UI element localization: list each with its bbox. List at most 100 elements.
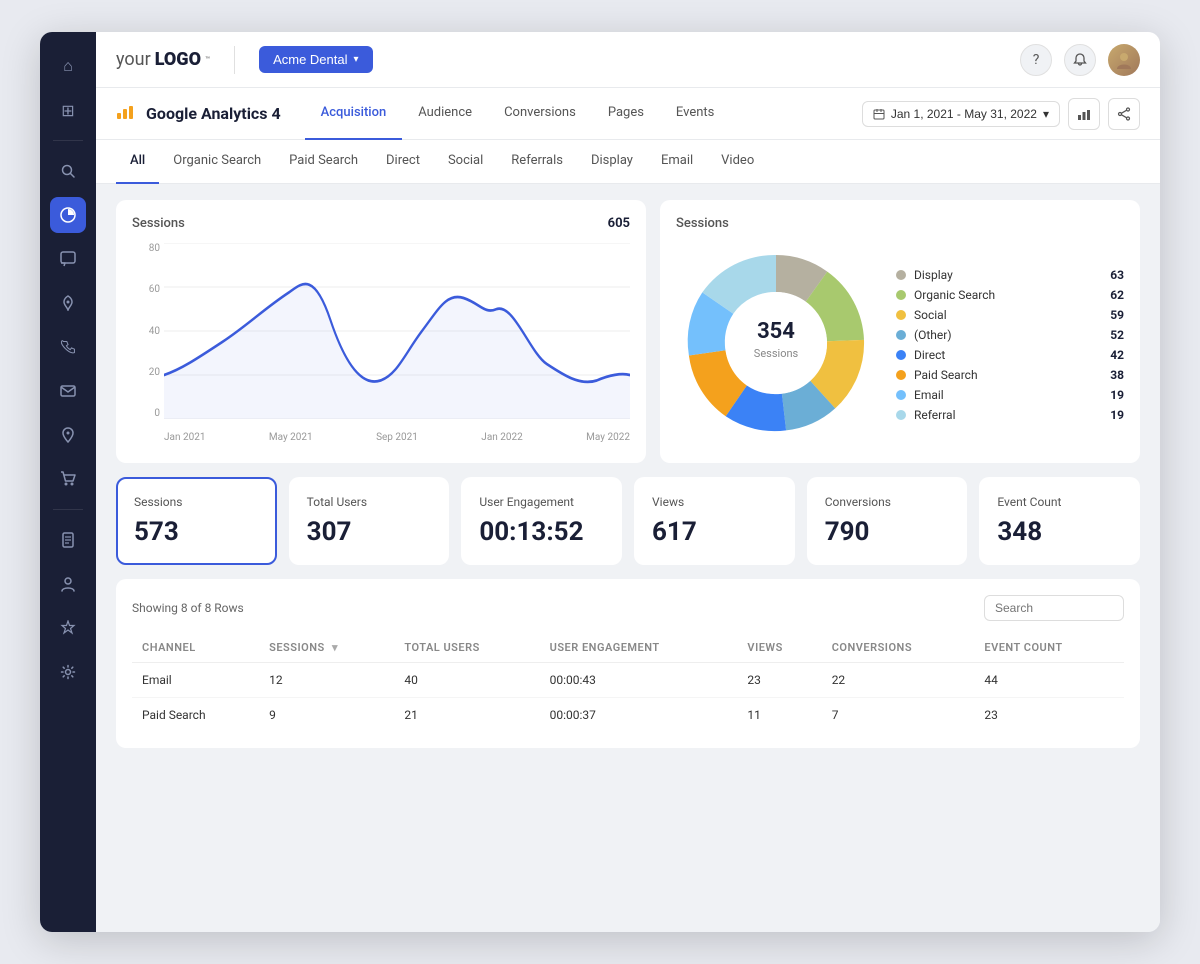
main-content: your LOGO ™ Acme Dental ▾ ?: [96, 32, 1160, 932]
col-sessions[interactable]: SESSIONS ▾: [259, 633, 394, 663]
legend-value-email: 19: [1110, 388, 1124, 402]
metric-card-total-users[interactable]: Total Users 307: [289, 477, 450, 565]
table-search-input[interactable]: [984, 595, 1124, 621]
metric-value-conversions: 790: [825, 517, 950, 547]
sidebar-icon-cart[interactable]: [50, 461, 86, 497]
charts-row: Sessions 605 80 60 40 20 0: [116, 200, 1140, 463]
cell-engagement-email: 00:00:43: [540, 663, 738, 698]
y-label-60: 60: [132, 284, 160, 295]
date-range-label: Jan 1, 2021 - May 31, 2022: [891, 107, 1037, 121]
tab-acquisition[interactable]: Acquisition: [305, 88, 403, 140]
legend-label-organic: Organic Search: [914, 288, 1102, 302]
sidebar-icon-pin[interactable]: [50, 285, 86, 321]
account-button[interactable]: Acme Dental ▾: [259, 46, 372, 73]
cell-conversions-paid: 7: [822, 698, 975, 733]
date-range-button[interactable]: Jan 1, 2021 - May 31, 2022 ▾: [862, 101, 1060, 127]
legend-item-other: (Other) 52: [896, 328, 1124, 342]
page-title-area: Google Analytics 4: [116, 101, 281, 126]
sidebar-icon-search[interactable]: [50, 153, 86, 189]
metric-label-event-count: Event Count: [997, 495, 1122, 509]
legend-dot-other: [896, 330, 906, 340]
legend-item-organic: Organic Search 62: [896, 288, 1124, 302]
filter-all[interactable]: All: [116, 140, 159, 184]
metric-card-views[interactable]: Views 617: [634, 477, 795, 565]
metric-card-user-engagement[interactable]: User Engagement 00:13:52: [461, 477, 622, 565]
sidebar-icon-location[interactable]: [50, 417, 86, 453]
sidebar-icon-home[interactable]: ⌂: [50, 48, 86, 84]
nav-divider: [234, 46, 235, 74]
sidebar-icon-document[interactable]: [50, 522, 86, 558]
account-label: Acme Dental: [273, 52, 347, 67]
donut-svg-wrap: 354 Sessions: [676, 243, 876, 447]
metrics-row: Sessions 573 Total Users 307 User Engage…: [116, 477, 1140, 565]
page-title: Google Analytics 4: [146, 104, 281, 123]
donut-chart-card: Sessions: [660, 200, 1140, 463]
topnav: your LOGO ™ Acme Dental ▾ ?: [96, 32, 1160, 88]
cell-conversions-email: 22: [822, 663, 975, 698]
tab-pages[interactable]: Pages: [592, 88, 660, 140]
avatar[interactable]: [1108, 44, 1140, 76]
filter-direct[interactable]: Direct: [372, 140, 434, 184]
metric-label-total-users: Total Users: [307, 495, 432, 509]
donut-chart-header: Sessions: [676, 216, 1124, 231]
tab-events[interactable]: Events: [660, 88, 730, 140]
sidebar-divider-2: [53, 509, 83, 510]
line-chart-total: 605: [608, 216, 630, 231]
filter-social[interactable]: Social: [434, 140, 497, 184]
filter-organic-search[interactable]: Organic Search: [159, 140, 275, 184]
help-button[interactable]: ?: [1020, 44, 1052, 76]
notification-button[interactable]: [1064, 44, 1096, 76]
chart-type-button[interactable]: [1068, 98, 1100, 130]
sidebar-icon-plugin[interactable]: [50, 610, 86, 646]
filter-referrals[interactable]: Referrals: [497, 140, 577, 184]
sidebar-divider: [53, 140, 83, 141]
filter-email[interactable]: Email: [647, 140, 707, 184]
legend-value-other: 52: [1110, 328, 1124, 342]
filter-paid-search[interactable]: Paid Search: [275, 140, 372, 184]
bell-icon: [1073, 53, 1087, 67]
donut-svg: 354 Sessions: [676, 243, 876, 443]
share-button[interactable]: [1108, 98, 1140, 130]
sidebar-icon-user[interactable]: [50, 566, 86, 602]
tab-conversions[interactable]: Conversions: [488, 88, 592, 140]
sidebar-icon-chat[interactable]: [50, 241, 86, 277]
legend-value-direct: 42: [1110, 348, 1124, 362]
cell-users-paid: 21: [394, 698, 539, 733]
metric-card-event-count[interactable]: Event Count 348: [979, 477, 1140, 565]
table-header: Showing 8 of 8 Rows: [132, 595, 1124, 621]
col-total-users: TOTAL USERS: [394, 633, 539, 663]
logo-sup: ™: [205, 55, 210, 64]
metric-label-user-engagement: User Engagement: [479, 495, 604, 509]
sidebar-icon-settings[interactable]: [50, 654, 86, 690]
col-views: VIEWS: [737, 633, 821, 663]
table-info: Showing 8 of 8 Rows: [132, 601, 244, 615]
tab-audience[interactable]: Audience: [402, 88, 488, 140]
bar-chart-icon: [1077, 107, 1091, 121]
svg-text:354: 354: [757, 319, 795, 344]
sidebar-icon-mail[interactable]: [50, 373, 86, 409]
filter-video[interactable]: Video: [707, 140, 768, 184]
donut-legend: Display 63 Organic Search 62 Social: [896, 268, 1124, 422]
legend-dot-paid-search: [896, 370, 906, 380]
sidebar-icon-phone[interactable]: [50, 329, 86, 365]
metric-card-conversions[interactable]: Conversions 790: [807, 477, 968, 565]
legend-dot-display: [896, 270, 906, 280]
x-label-sep21: Sep 2021: [376, 432, 418, 443]
table-row: Paid Search 9 21 00:00:37 11 7 23: [132, 698, 1124, 733]
metric-label-sessions: Sessions: [134, 495, 259, 509]
sort-arrow-sessions: ▾: [332, 641, 338, 654]
sidebar-icon-grid[interactable]: ⊞: [50, 92, 86, 128]
legend-dot-organic: [896, 290, 906, 300]
legend-label-other: (Other): [914, 328, 1102, 342]
y-label-40: 40: [132, 326, 160, 337]
sidebar-icon-analytics[interactable]: [50, 197, 86, 233]
metric-value-event-count: 348: [997, 517, 1122, 547]
filter-display[interactable]: Display: [577, 140, 647, 184]
help-icon: ?: [1033, 52, 1040, 68]
donut-chart-title: Sessions: [676, 216, 729, 231]
line-chart-title: Sessions: [132, 216, 185, 231]
table-card: Showing 8 of 8 Rows CHANNEL SESSIONS ▾ T…: [116, 579, 1140, 748]
cell-views-paid: 11: [737, 698, 821, 733]
chart-y-labels: 80 60 40 20 0: [132, 243, 160, 419]
metric-card-sessions[interactable]: Sessions 573: [116, 477, 277, 565]
